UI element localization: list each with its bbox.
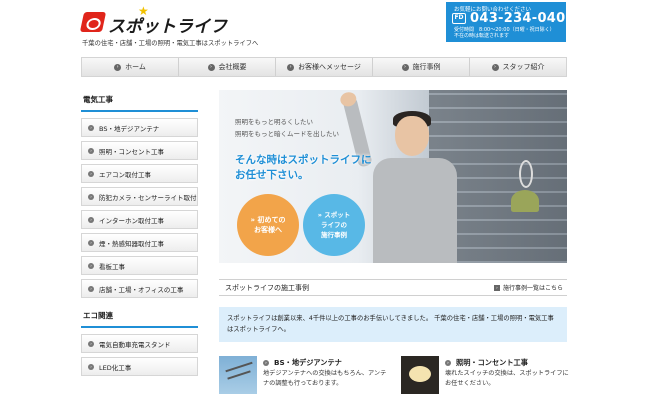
nav-item-label: スタッフ紹介 <box>502 63 545 71</box>
sidebar-item-label: LED化工事 <box>99 363 132 372</box>
chevron-right-icon: › <box>88 285 94 292</box>
chevron-right-icon: › <box>88 193 94 200</box>
sidebar-item-detector[interactable]: › 煙・熱感知器取付工事 <box>81 233 198 252</box>
contact-hours-line2: 不在の時は転送されます <box>454 33 510 39</box>
nav-item-label: 施行事例 <box>412 63 441 71</box>
chevron-right-icon: › <box>491 63 499 71</box>
sidebar-item-label: インターホン取付工事 <box>99 216 164 225</box>
hero-worker-image <box>338 90 469 263</box>
hero-subtext-1: 照明をもっと明るくしたい <box>235 118 313 126</box>
sidebar-item-label: エアコン取付工事 <box>99 170 151 179</box>
work-card-description: 地デジアンテナへの交換はもちろん、アンテナの調整も行っております。 <box>263 370 387 387</box>
chevron-right-icon: › <box>88 363 94 370</box>
sidebar-item-shop-factory[interactable]: › 店舗・工場・オフィスの工事 <box>81 279 198 298</box>
logo-text: スポットライフ <box>108 17 227 37</box>
nav-item-works[interactable]: › 施行事例 <box>373 58 470 76</box>
nav-item-label: ホーム <box>125 63 146 71</box>
works-section-header: スポットライフの施工事例 › 施行事例一覧はこちら <box>219 279 567 296</box>
free-dial-icon: FD <box>452 13 466 24</box>
nav-item-company[interactable]: › 会社概要 <box>179 58 276 76</box>
sidebar-item-label: 防犯カメラ・センサーライト取付 <box>99 193 197 202</box>
work-card-title[interactable]: › BS・地デジアンテナ <box>263 358 342 368</box>
sidebar-item-lighting[interactable]: › 照明・コンセント工事 <box>81 141 198 160</box>
antenna-thumbnail[interactable] <box>219 356 257 394</box>
worker-hand <box>338 90 358 109</box>
sidebar-item-label: 煙・熱感知器取付工事 <box>99 239 164 248</box>
hero-headline-2: お任せ下さい。 <box>235 169 309 181</box>
works-section-title: スポットライフの施工事例 <box>225 284 309 292</box>
sidebar-item-led[interactable]: › LED化工事 <box>81 357 198 376</box>
logo-mark-icon <box>79 12 107 32</box>
contact-phone-row[interactable]: FD 043-234-0400 <box>452 11 575 26</box>
sidebar-item-intercom[interactable]: › インターホン取付工事 <box>81 210 198 229</box>
site-tagline: 千葉の住宅・店舗・工場の照明・電気工事はスポットライフへ <box>82 40 259 47</box>
phone-number[interactable]: 043-234-0400 <box>470 11 575 26</box>
sidebar-item-camera[interactable]: › 防犯カメラ・センサーライト取付 <box>81 187 198 206</box>
site-header: スポットライフ ★ 千葉の住宅・店舗・工場の照明・電気工事はスポットライフへ お… <box>0 0 647 56</box>
chevron-right-icon: › <box>88 216 94 223</box>
star-icon: ★ <box>138 4 149 18</box>
sidebar-item-ev-charger[interactable]: › 電気自動車充電スタンド <box>81 334 198 353</box>
work-card-antenna[interactable]: › BS・地デジアンテナ 地デジアンテナへの交換はもちろん、アンテナの調整も行っ… <box>219 356 389 400</box>
chevron-right-icon: › <box>88 124 94 131</box>
chevron-right-icon: › <box>88 340 94 347</box>
works-list-link-label: 施行事例一覧はこちら <box>502 285 563 292</box>
chevron-right-icon: › <box>114 63 122 71</box>
chevron-right-icon: › <box>88 147 94 154</box>
cable-reel-image <box>519 160 533 188</box>
work-card-title[interactable]: › 照明・コンセント工事 <box>445 358 528 368</box>
sidebar-item-antenna[interactable]: › BS・地デジアンテナ <box>81 118 198 137</box>
case-studies-button[interactable]: » スポット ライフの 施行事例 <box>303 194 365 256</box>
sidebar-item-aircon[interactable]: › エアコン取付工事 <box>81 164 198 183</box>
contact-box: お気軽にお問い合わせください FD 043-234-0400 受付時間 8:00… <box>446 2 575 42</box>
chevron-right-icon: › <box>263 360 269 366</box>
sidebar-heading-eco: エコ関連 <box>81 306 198 328</box>
main-nav: › ホーム › 会社概要 › お客様へメッセージ › 施行事例 › スタッフ紹介 <box>81 57 567 77</box>
worker-body <box>373 158 457 263</box>
sidebar-item-label: 照明・コンセント工事 <box>99 147 164 156</box>
first-time-customers-button[interactable]: » 初めての お客様へ <box>237 194 299 256</box>
sidebar-heading-electrical: 電気工事 <box>81 90 198 112</box>
chevron-right-icon: › <box>88 262 94 269</box>
sidebar-item-label: BS・地デジアンテナ <box>99 124 160 133</box>
chevron-right-icon: › <box>88 170 94 177</box>
sidebar: 電気工事 › BS・地デジアンテナ › 照明・コンセント工事 › エアコン取付工事 ›… <box>81 90 198 380</box>
chevron-right-icon: › <box>401 63 409 71</box>
nav-item-home[interactable]: › ホーム <box>82 58 179 76</box>
worker-face <box>395 116 429 156</box>
chevron-right-icon: › <box>207 63 215 71</box>
site-logo[interactable]: スポットライフ ★ <box>79 4 227 37</box>
nav-item-staff[interactable]: › スタッフ紹介 <box>470 58 566 76</box>
lighting-thumbnail[interactable] <box>401 356 439 394</box>
sidebar-item-label: 看板工事 <box>99 262 125 271</box>
sidebar-item-signboard[interactable]: › 看板工事 <box>81 256 198 275</box>
hero-subtext-2: 照明をもっと暗くムードを出したい <box>235 130 339 138</box>
nav-item-message[interactable]: › お客様へメッセージ <box>276 58 373 76</box>
page: スポットライフ ★ 千葉の住宅・店舗・工場の照明・電気工事はスポットライフへ お… <box>0 0 647 400</box>
arrow-right-icon: › <box>493 284 500 291</box>
intro-text: スポットライフは創業以来、4千件以上の工事のお手伝いしてきました。 千葉の住宅・… <box>219 307 567 342</box>
chevron-right-icon: › <box>88 239 94 246</box>
hero-headline-1: そんな時はスポットライフに <box>235 154 372 166</box>
nav-item-label: 会社概要 <box>218 63 247 71</box>
work-card-title-label: 照明・コンセント工事 <box>456 358 528 367</box>
contact-hours: 受付時間 8:00～20:00（日曜・祝日除く） 不在の時は転送されます <box>454 27 555 39</box>
work-card-lighting[interactable]: › 照明・コンセント工事 壊れたスイッチの交換は、スポットライフにお任せください… <box>401 356 571 400</box>
work-card-description: 壊れたスイッチの交換は、スポットライフにお任せください。 <box>445 370 569 387</box>
sidebar-item-label: 店舗・工場・オフィスの工事 <box>99 285 184 294</box>
sidebar-item-label: 電気自動車充電スタンド <box>99 340 171 349</box>
works-list-link[interactable]: › 施行事例一覧はこちら <box>493 283 563 292</box>
nav-item-label: お客様へメッセージ <box>298 63 361 71</box>
chevron-right-icon: › <box>445 360 451 366</box>
hero-banner: 照明をもっと明るくしたい 照明をもっと暗くムードを出したい そんな時はスポットラ… <box>219 90 567 263</box>
helmet-image <box>511 190 539 212</box>
chevron-right-icon: › <box>287 63 295 71</box>
work-card-title-label: BS・地デジアンテナ <box>274 358 342 367</box>
